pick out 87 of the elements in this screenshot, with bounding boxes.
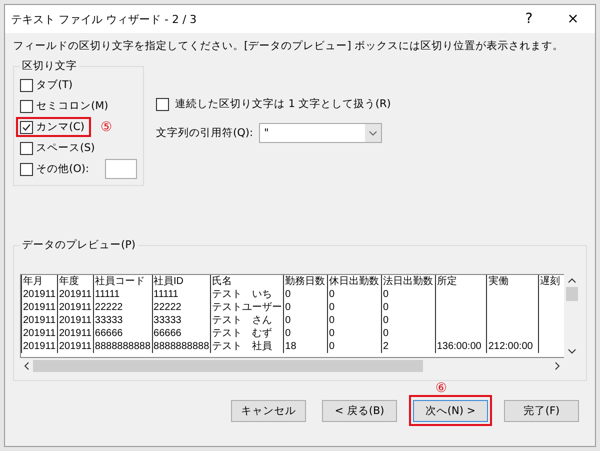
dialog-button[interactable]: 次へ(N) > (413, 400, 488, 422)
table-cell: 201911 (22, 301, 58, 314)
help-button[interactable]: ? (507, 5, 551, 33)
table-cell: 212:00:00 (486, 340, 538, 353)
table-cell: 2 (381, 340, 436, 353)
dialog-button[interactable]: 完了(F) (504, 400, 579, 422)
table-cell: 11111 (152, 288, 211, 301)
checkbox-label[interactable]: スペース(S) (36, 141, 95, 155)
column-header: 所定 (435, 275, 487, 288)
table-cell: 201911 (57, 301, 94, 314)
annotation-number: ⑥ (435, 381, 447, 395)
table-cell: 201911 (57, 314, 94, 327)
chevron-up-icon (568, 278, 576, 283)
table-cell: 0 (284, 327, 328, 340)
table-cell: 0 (328, 301, 382, 314)
table-cell: 0 (381, 327, 436, 340)
checkbox[interactable] (156, 98, 169, 110)
checkbox-label[interactable]: カンマ(C) (36, 120, 85, 134)
column-header: 年月 (22, 275, 58, 288)
table-cell: 201911 (22, 288, 58, 301)
table-cell: 18 (284, 340, 328, 353)
table-cell: 66666 (152, 327, 211, 340)
table-cell: 22222 (152, 301, 211, 314)
chevron-right-icon (555, 362, 560, 370)
table-cell: 8888888888 (93, 340, 152, 353)
table-cell: 0 (381, 301, 436, 314)
table-cell: 0 (381, 288, 436, 301)
scroll-thumb[interactable] (566, 287, 578, 301)
column-header: 社員ID (152, 275, 211, 288)
other-delimiter-field[interactable] (105, 159, 137, 179)
table-cell: 201911 (22, 314, 58, 327)
column-header: 社員コード (93, 275, 152, 288)
qualifier-label: 文字列の引用符(Q): (156, 126, 253, 140)
checkbox[interactable] (20, 100, 33, 112)
column-header: 休日出勤数 (328, 275, 382, 288)
table-cell: 0 (381, 314, 436, 327)
check-icon (22, 122, 31, 132)
table-cell: 0 (328, 327, 382, 340)
table-cell: 0 (328, 340, 382, 353)
table-cell: 0 (284, 288, 328, 301)
table-cell: テストユーザー (210, 301, 284, 314)
table-cell: 0 (284, 301, 328, 314)
dialog-button[interactable]: キャンセル (231, 400, 306, 422)
checkbox[interactable] (20, 162, 33, 176)
scroll-thumb[interactable] (33, 360, 423, 372)
table-cell: 11111 (93, 288, 152, 301)
table-cell: 201911 (22, 340, 58, 353)
dialog-button[interactable]: < 戻る(B) (322, 400, 397, 422)
group-title: データのプレビュー(P) (21, 238, 137, 252)
table-cell: 136:00:00 (435, 340, 487, 353)
annotation-number: ⑤ (100, 120, 112, 134)
checkbox-label[interactable]: その他(O): (36, 162, 89, 176)
window-title: テキスト ファイル ウィザード - 2 / 3 (11, 12, 198, 26)
table-cell: 201911 (57, 327, 94, 340)
table-cell: 201911 (57, 288, 94, 301)
column-header: 勤務日数 (284, 275, 328, 288)
table-cell: 0 (284, 314, 328, 327)
column-header: 年度 (57, 275, 94, 288)
checkbox[interactable] (20, 78, 33, 92)
checkbox[interactable] (20, 120, 33, 134)
checkbox[interactable] (20, 142, 33, 154)
chevron-left-icon (24, 362, 29, 370)
table-cell: テスト さん (210, 314, 284, 327)
table-cell: 0 (328, 288, 382, 301)
column-header: 法日出勤数 (381, 275, 436, 288)
close-button[interactable]: × (551, 5, 595, 33)
checkbox-label[interactable]: セミコロン(M) (36, 99, 108, 113)
table-cell: テスト 社員 (210, 340, 284, 353)
qualifier-dropdown[interactable]: " (259, 123, 382, 143)
table-cell: 33333 (93, 314, 152, 327)
column-header: 氏名 (210, 275, 284, 288)
table-cell: テスト いち (210, 288, 284, 301)
table-cell: 66666 (93, 327, 152, 340)
group-title: 区切り文字 (21, 59, 78, 73)
column-header: 実働 (486, 275, 538, 288)
table-cell: 8888888888 (152, 340, 211, 353)
table-cell: テスト むず (210, 327, 284, 340)
checkbox-label[interactable]: タブ(T) (36, 78, 73, 92)
checkbox-label[interactable]: 連続した区切り文字は 1 文字として扱う(R) (175, 97, 391, 111)
table-cell: 33333 (152, 314, 211, 327)
table-cell: 0 (328, 314, 382, 327)
table-cell: 22222 (93, 301, 152, 314)
instruction-text: フィールドの区切り文字を指定してください。[データのプレビュー] ボックスには区切り位置が表示されます。 (12, 39, 565, 53)
table-cell: 201911 (57, 340, 94, 353)
table-cell: 201911 (22, 327, 58, 340)
chevron-down-icon (568, 349, 576, 354)
chevron-down-icon (369, 130, 377, 136)
